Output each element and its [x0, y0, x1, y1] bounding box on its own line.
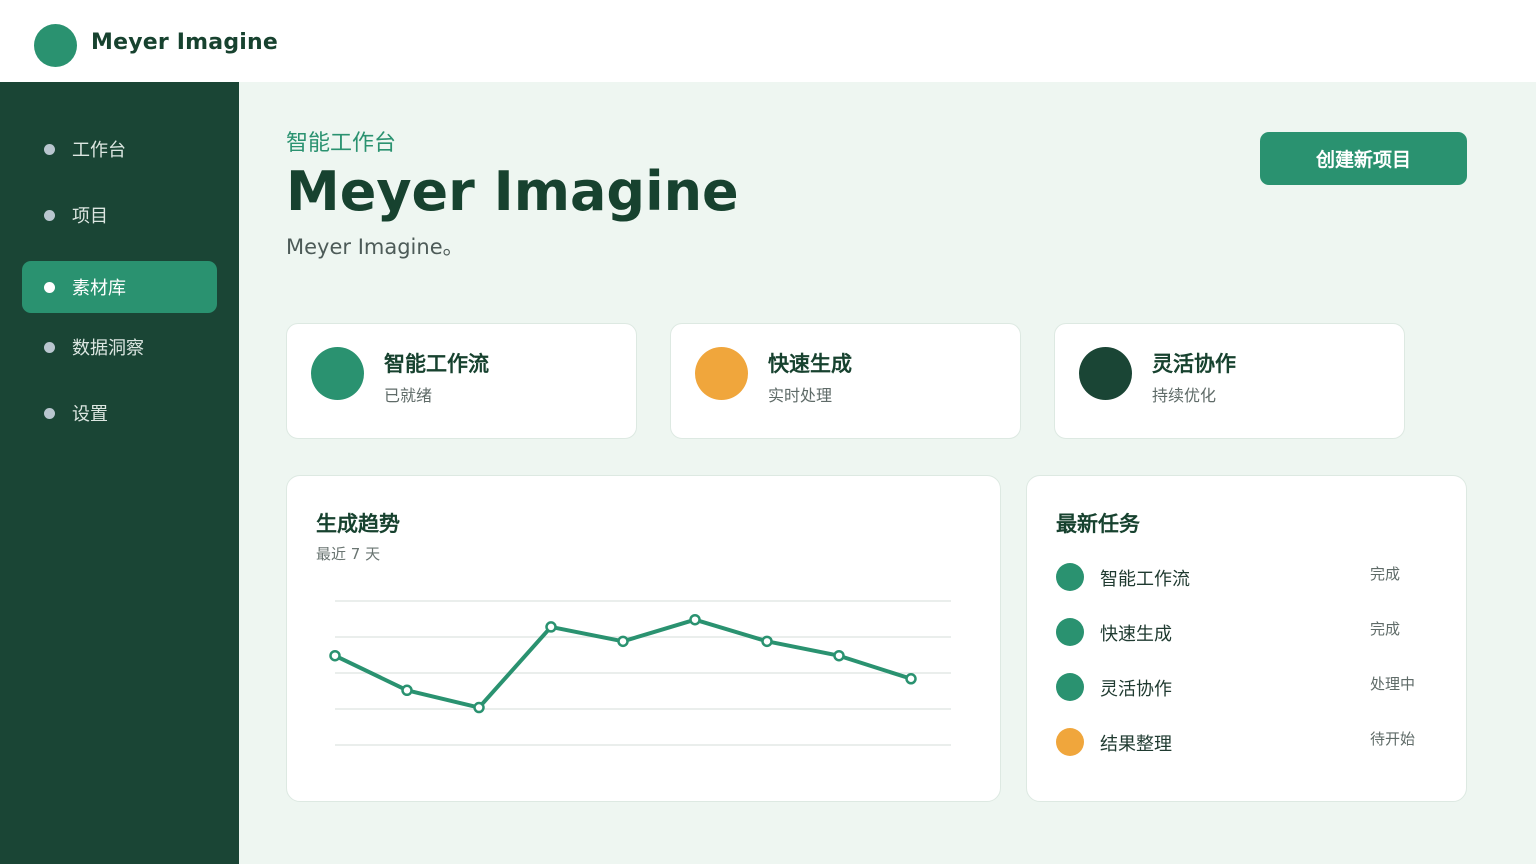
status-dot-icon: [695, 347, 748, 400]
status-dot-icon: [1079, 347, 1132, 400]
task-row[interactable]: 灵活协作 处理中: [1056, 672, 1436, 702]
stat-subtitle: 已就绪: [384, 386, 433, 405]
chart-point[interactable]: [761, 635, 773, 648]
task-status-icon: [1056, 728, 1084, 756]
bullet-icon: [44, 341, 55, 353]
task-status-icon: [1056, 563, 1084, 591]
stat-card-generation[interactable]: 快速生成 实时处理: [670, 323, 1021, 439]
page-eyebrow: 智能工作台: [286, 131, 397, 156]
task-row[interactable]: 快速生成 完成: [1056, 617, 1436, 647]
chart-point[interactable]: [401, 684, 413, 697]
page-subtitle: Meyer Imagine。: [286, 235, 464, 259]
task-row[interactable]: 结果整理 待开始: [1056, 727, 1436, 757]
sidebar-item-label: 素材库: [72, 278, 126, 299]
task-status: 完成: [1370, 620, 1401, 638]
task-status: 待开始: [1370, 730, 1416, 748]
tasks-panel: 最新任务 智能工作流 完成 快速生成 完成 灵活协作 处理中 结果整理 待开始: [1026, 475, 1467, 802]
sidebar-item-label: 工作台: [72, 140, 126, 161]
task-status-icon: [1056, 618, 1084, 646]
chart-point[interactable]: [473, 701, 485, 714]
stat-subtitle: 持续优化: [1152, 386, 1217, 405]
task-name: 快速生成: [1100, 624, 1172, 645]
tasks-title: 最新任务: [1056, 512, 1140, 536]
sidebar: 工作台 项目 素材库 数据洞察 设置: [0, 82, 239, 864]
task-status-icon: [1056, 673, 1084, 701]
sidebar-item-insights[interactable]: 数据洞察: [22, 321, 217, 373]
task-status: 完成: [1370, 565, 1401, 583]
chart-point[interactable]: [833, 649, 845, 662]
sidebar-item-projects[interactable]: 项目: [22, 189, 217, 241]
chart-point[interactable]: [329, 649, 341, 662]
chart-point[interactable]: [689, 613, 701, 626]
stat-card-collaboration[interactable]: 灵活协作 持续优化: [1054, 323, 1405, 439]
sidebar-item-label: 设置: [72, 404, 108, 425]
sidebar-item-settings[interactable]: 设置: [22, 387, 217, 439]
stat-title: 灵活协作: [1152, 352, 1236, 376]
status-dot-icon: [311, 347, 364, 400]
top-bar: Meyer Imagine: [0, 0, 1536, 82]
logo-icon: [34, 24, 77, 67]
chart-point[interactable]: [617, 635, 629, 648]
bullet-icon: [44, 281, 55, 293]
task-name: 灵活协作: [1100, 679, 1172, 700]
sidebar-item-assets[interactable]: 素材库: [22, 261, 217, 313]
page-title: Meyer Imagine: [286, 160, 739, 223]
chart-series-line: [333, 617, 913, 710]
chart-point[interactable]: [905, 673, 917, 685]
task-name: 结果整理: [1100, 734, 1172, 755]
sidebar-item-workbench[interactable]: 工作台: [22, 123, 217, 175]
task-name: 智能工作流: [1100, 569, 1190, 590]
bullet-icon: [44, 209, 55, 221]
sidebar-item-label: 项目: [72, 206, 108, 227]
stat-title: 快速生成: [768, 352, 852, 376]
create-project-button[interactable]: 创建新项目: [1260, 132, 1467, 185]
brand-name: Meyer Imagine: [91, 30, 279, 55]
chart-point[interactable]: [545, 621, 557, 633]
stat-card-workflow[interactable]: 智能工作流 已就绪: [286, 323, 637, 439]
stat-title: 智能工作流: [384, 352, 489, 376]
sidebar-item-label: 数据洞察: [72, 338, 144, 359]
task-row[interactable]: 智能工作流 完成: [1056, 562, 1436, 592]
stat-subtitle: 实时处理: [768, 386, 833, 405]
bullet-icon: [44, 407, 55, 419]
trend-chart: [329, 600, 951, 746]
bullet-icon: [44, 143, 55, 155]
trend-panel: 生成趋势 最近 7 天: [286, 475, 1001, 802]
task-status: 处理中: [1370, 675, 1416, 693]
